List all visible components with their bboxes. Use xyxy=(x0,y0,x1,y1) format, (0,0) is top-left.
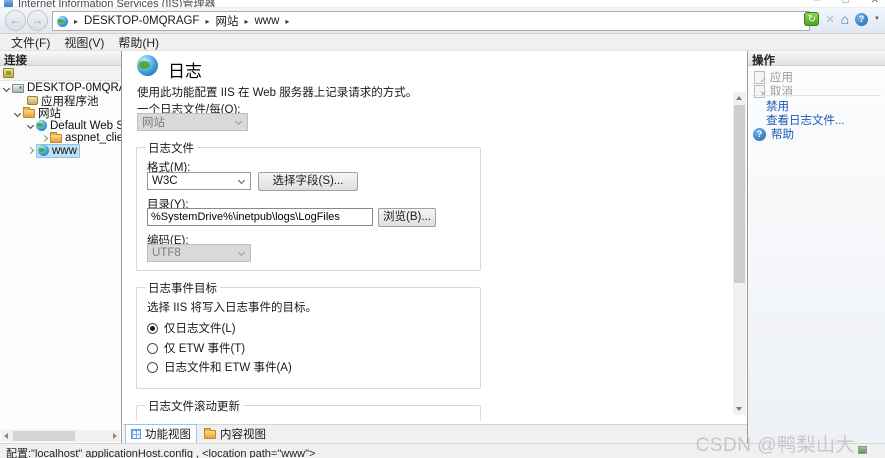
scroll-left-icon[interactable] xyxy=(4,433,8,439)
scroll-right-icon[interactable] xyxy=(113,433,117,439)
format-select[interactable]: W3C xyxy=(147,172,251,190)
website-icon xyxy=(38,145,49,156)
close-icon[interactable]: ✕ xyxy=(871,0,879,6)
chevron-down-icon xyxy=(238,177,245,184)
connections-horizontal-scrollbar[interactable] xyxy=(1,430,120,442)
menu-file[interactable]: 文件(F) xyxy=(4,34,57,51)
tree-item-aspnet-client[interactable]: aspnet_client xyxy=(0,132,121,145)
menu-view[interactable]: 视图(V) xyxy=(57,34,111,51)
address-bar: ← → ▸ DESKTOP-0MQRAGF ▸ 网站 ▸ www ▸ ↻ ✕ ⌂… xyxy=(0,8,885,34)
log-event-target-group: 日志事件目标 选择 IIS 将写入日志事件的目标。 仅日志文件(L) 仅 ETW… xyxy=(136,287,481,389)
log-event-target-title: 日志事件目标 xyxy=(145,280,220,296)
scroll-up-icon[interactable] xyxy=(736,96,742,100)
radio-log-file-only[interactable]: 仅日志文件(L) xyxy=(147,320,236,336)
page-description: 使用此功能配置 IIS 在 Web 服务器上记录请求的方式。 xyxy=(137,84,417,100)
view-tabs: 功能视图 内容视图 xyxy=(123,424,747,443)
expander-open-icon[interactable] xyxy=(3,85,10,92)
radio-icon[interactable] xyxy=(147,362,158,373)
maximize-icon[interactable]: □ xyxy=(843,0,849,6)
menu-help[interactable]: 帮助(H) xyxy=(111,34,166,51)
breadcrumb[interactable]: ▸ DESKTOP-0MQRAGF ▸ 网站 ▸ www ▸ xyxy=(52,11,810,31)
tree-item-default-web-site[interactable]: Default Web Site xyxy=(0,120,121,133)
scroll-down-icon[interactable] xyxy=(736,407,742,411)
feature-page-scrollbar[interactable] xyxy=(733,92,746,415)
home-icon[interactable]: ⌂ xyxy=(841,12,849,26)
tree-item-www[interactable]: www xyxy=(0,145,121,158)
connections-toolbar xyxy=(0,66,121,81)
actions-panel: 操作 ✓ 应用 ✕ 取消 禁用 查看日志文件... ? 帮助 xyxy=(747,51,885,443)
forward-icon[interactable]: → xyxy=(27,10,48,31)
rollover-group: 日志文件滚动更新 xyxy=(136,405,481,421)
content-view-icon xyxy=(204,430,216,439)
server-icon xyxy=(12,84,24,93)
browse-button[interactable]: 浏览(B)... xyxy=(378,208,436,227)
stop-icon[interactable]: ✕ xyxy=(825,13,834,26)
restart-icon[interactable]: ↻ xyxy=(804,12,819,26)
tree-item-sites[interactable]: 网站 xyxy=(0,107,121,120)
select-fields-button[interactable]: 选择字段(S)... xyxy=(258,172,358,191)
breadcrumb-sites[interactable]: 网站 xyxy=(215,13,238,29)
radio-selected-icon[interactable] xyxy=(147,323,158,334)
connections-panel: 连接 DESKTOP-0MQRAGF (DESK 应用程序池 网站 Defaul… xyxy=(0,51,122,443)
tab-features-view[interactable]: 功能视图 xyxy=(125,424,197,444)
one-log-per-select: 网站 xyxy=(137,113,248,131)
chevron-down-icon xyxy=(238,249,245,256)
help-icon: ? xyxy=(753,128,766,141)
site-globe-icon xyxy=(57,16,68,27)
sites-folder-icon xyxy=(23,109,35,118)
watermark: CSDN @鸭梨山大 xyxy=(696,430,867,457)
directory-input[interactable] xyxy=(147,208,373,226)
back-icon[interactable]: ← xyxy=(5,10,26,31)
folder-icon xyxy=(50,134,62,143)
breadcrumb-separator-icon: ▸ xyxy=(205,17,209,26)
create-connection-icon[interactable] xyxy=(3,68,14,78)
expander-open-icon[interactable] xyxy=(27,122,34,129)
tab-content-view[interactable]: 内容视图 xyxy=(199,425,271,443)
features-view-icon xyxy=(131,429,141,439)
expander-collapsed-icon[interactable] xyxy=(27,147,34,154)
radio-icon[interactable] xyxy=(147,343,158,354)
app-icon xyxy=(4,0,13,7)
log-file-group-title: 日志文件 xyxy=(145,140,197,156)
feature-page-content: 日志 使用此功能配置 IIS 在 Web 服务器上记录请求的方式。 一个日志文件… xyxy=(123,51,732,421)
breadcrumb-site[interactable]: www xyxy=(255,15,280,27)
help-link[interactable]: ? 帮助 xyxy=(753,126,882,142)
breadcrumb-separator-icon: ▸ xyxy=(74,17,78,26)
scrollbar-thumb[interactable] xyxy=(734,105,745,283)
encoding-select: UTF8 xyxy=(147,244,251,262)
help-icon[interactable]: ? xyxy=(855,13,868,26)
rollover-group-title: 日志文件滚动更新 xyxy=(145,398,243,414)
connections-tree: DESKTOP-0MQRAGF (DESK 应用程序池 网站 Default W… xyxy=(0,82,121,429)
radio-etw-only[interactable]: 仅 ETW 事件(T) xyxy=(147,340,245,356)
minimize-icon[interactable]: ─ xyxy=(813,0,820,6)
log-file-group: 日志文件 格式(M): W3C 选择字段(S)... 目录(Y): 浏览(B).… xyxy=(136,147,481,271)
expander-open-icon[interactable] xyxy=(14,110,21,117)
log-event-target-description: 选择 IIS 将写入日志事件的目标。 xyxy=(147,299,317,315)
expander-collapsed-icon[interactable] xyxy=(41,135,48,142)
connections-header: 连接 xyxy=(0,51,121,66)
status-text: 配置:"localhost" applicationHost.config , … xyxy=(6,448,315,458)
page-title: 日志 xyxy=(168,57,202,82)
chevron-down-icon xyxy=(235,118,242,125)
scrollbar-thumb[interactable] xyxy=(13,431,75,441)
selected-item-highlight: www xyxy=(36,144,80,158)
watermark-icon xyxy=(858,446,867,454)
feature-page: 日志 使用此功能配置 IIS 在 Web 服务器上记录请求的方式。 一个日志文件… xyxy=(123,51,747,443)
help-dropdown-caret-icon[interactable]: ▼ xyxy=(874,16,880,22)
actions-header: 操作 xyxy=(748,51,885,66)
app-pools-icon xyxy=(27,96,38,105)
logging-feature-icon xyxy=(137,55,158,76)
website-icon xyxy=(36,120,47,131)
breadcrumb-separator-icon: ▸ xyxy=(244,17,248,26)
actions-separator xyxy=(752,95,881,96)
radio-log-and-etw[interactable]: 日志文件和 ETW 事件(A) xyxy=(147,359,292,375)
breadcrumb-separator-icon: ▸ xyxy=(285,17,289,26)
cancel-button: ✕ 取消 xyxy=(753,83,882,99)
window-title: Internet Information Services (IIS)管理器 xyxy=(18,0,215,8)
menu-bar: 文件(F) 视图(V) 帮助(H) xyxy=(0,34,885,51)
apply-icon: ✓ xyxy=(753,71,765,83)
breadcrumb-server[interactable]: DESKTOP-0MQRAGF xyxy=(84,15,199,27)
title-bar: Internet Information Services (IIS)管理器 ─… xyxy=(0,0,885,8)
